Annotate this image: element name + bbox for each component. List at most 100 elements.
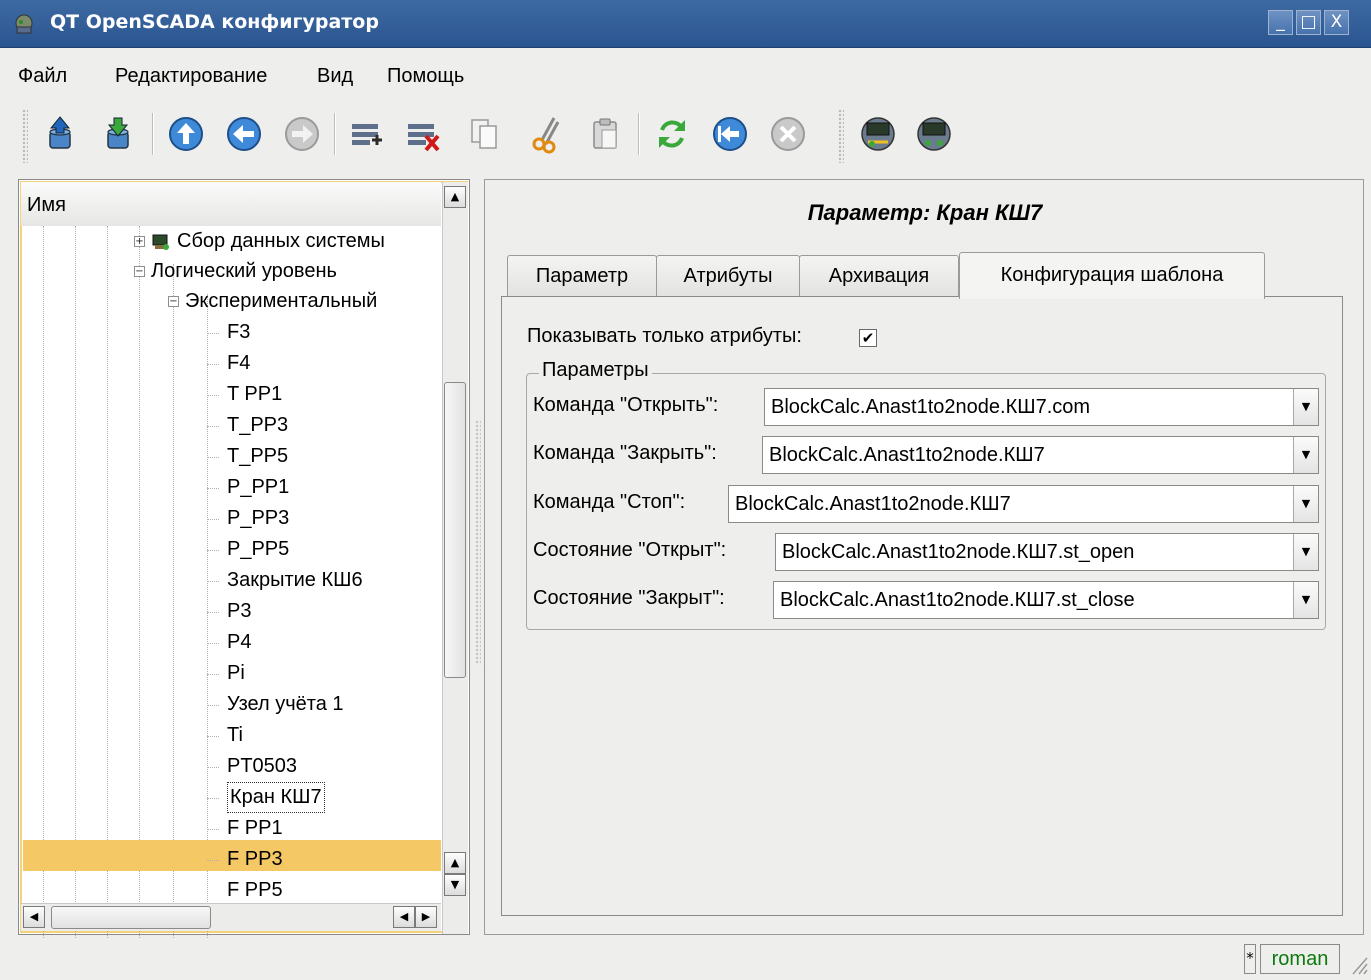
page-title: Параметр: Кран КШ7 [807,200,1043,225]
tree-horizontal-scrollbar[interactable]: ◀ ◀ ▶ [21,903,441,931]
tree-item[interactable]: P3 [227,596,251,627]
toolbar [0,99,1371,173]
db-load-icon[interactable] [40,114,80,154]
db-save-icon[interactable] [98,114,138,154]
scroll-down-button[interactable]: ▼ [444,874,466,896]
tree-guide-line [43,226,44,938]
tree-item[interactable]: P_PP5 [227,534,289,565]
minimize-button[interactable]: _ [1268,10,1293,35]
scroll-up-button[interactable]: ▲ [444,852,466,874]
scroll-left-button[interactable]: ◀ [23,906,45,928]
tree-item[interactable]: F3 [227,317,250,348]
modified-indicator: * [1244,944,1256,974]
statusbar: * roman [0,938,1371,980]
collapse-icon[interactable]: − [168,296,179,307]
closed-state-combo[interactable]: BlockCalc.Anast1to2node.КШ7.st_close ▼ [773,581,1319,619]
tree-item[interactable]: F PP3 [227,844,283,875]
copy-icon[interactable] [464,114,504,154]
up-icon[interactable] [166,114,206,154]
toolbar-grip[interactable] [838,109,844,163]
menu-file[interactable]: Файл [18,65,67,88]
tree-item[interactable]: Узел учёта 1 [227,689,344,720]
chevron-down-icon[interactable]: ▼ [1293,534,1318,570]
combo-value: BlockCalc.Anast1to2node.КШ7.com [771,396,1091,418]
tab-attributes[interactable]: Атрибуты [656,255,800,297]
menu-view[interactable]: Вид [317,65,353,88]
parameters-group-title: Параметры [539,359,652,382]
chevron-down-icon[interactable]: ▼ [1293,582,1318,618]
tree-item[interactable]: Pi [227,658,245,689]
connect-station-icon[interactable] [858,114,898,154]
forward-icon[interactable] [282,114,322,154]
paste-icon[interactable] [586,114,626,154]
menu-edit[interactable]: Редактирование [115,65,267,88]
tree-item[interactable]: T PP1 [227,379,282,410]
refresh-icon[interactable] [652,114,692,154]
toolbar-grip[interactable] [22,109,28,163]
chevron-down-icon[interactable]: ▼ [1293,486,1318,522]
collapse-icon[interactable]: − [134,266,145,277]
show-only-attributes-label: Показывать только атрибуты: [527,325,802,347]
station-icon[interactable] [914,114,954,154]
scroll-up-button[interactable]: ▲ [444,186,466,208]
navigation-tree[interactable]: Имя + Сбор данных системы − Логический у… [18,179,470,938]
combo-value: BlockCalc.Anast1to2node.КШ7 [769,444,1045,466]
tree-connector [207,860,219,861]
tree-item[interactable]: F PP5 [227,875,283,906]
tree-item[interactable]: PT0503 [227,751,297,782]
scroll-thumb[interactable] [444,382,466,678]
chevron-down-icon[interactable]: ▼ [1293,389,1318,425]
tree-item[interactable]: P_PP3 [227,503,289,534]
tree-body: + Сбор данных системы − Логический урове… [21,226,441,938]
splitter-handle[interactable] [475,420,481,665]
expand-icon[interactable]: + [134,236,145,247]
tree-item-experimental[interactable]: Экспериментальный [185,286,377,317]
cut-icon[interactable] [528,114,568,154]
tree-item[interactable]: Закрытие КШ6 [227,565,363,596]
scroll-thumb[interactable] [51,906,211,929]
stop-icon[interactable] [768,114,808,154]
open-command-combo[interactable]: BlockCalc.Anast1to2node.КШ7.com ▼ [764,388,1319,426]
tree-item[interactable]: F4 [227,348,250,379]
tree-connector [207,581,219,582]
show-only-attributes-checkbox[interactable]: ✔ [859,329,877,347]
scroll-left-button[interactable]: ◀ [393,906,415,928]
tree-item[interactable]: T_PP3 [227,410,288,441]
user-indicator[interactable]: roman [1260,944,1340,974]
tree-item-selected[interactable]: Кран КШ7 [227,782,325,813]
tree-header[interactable]: Имя [21,182,441,226]
chevron-down-icon[interactable]: ▼ [1293,437,1318,473]
daq-system-icon [152,234,169,250]
tree-guide-line [173,264,174,938]
menu-help[interactable]: Помощь [387,65,464,88]
tree-item[interactable]: T_PP5 [227,441,288,472]
add-item-icon[interactable] [346,114,386,154]
stop-command-combo[interactable]: BlockCalc.Anast1to2node.КШ7 ▼ [728,485,1319,523]
tree-item[interactable]: F PP1 [227,813,283,844]
tree-item-logic-level[interactable]: Логический уровень [151,256,337,287]
tree-connector [207,457,219,458]
tree-item[interactable]: Ti [227,720,243,751]
tree-item[interactable]: P_PP1 [227,472,289,503]
resize-grip-icon[interactable] [1348,950,1368,976]
start-icon[interactable] [710,114,750,154]
open-state-combo[interactable]: BlockCalc.Anast1to2node.КШ7.st_open ▼ [775,533,1319,571]
tab-parameter[interactable]: Параметр [507,255,657,297]
close-command-combo[interactable]: BlockCalc.Anast1to2node.КШ7 ▼ [762,436,1319,474]
back-icon[interactable] [224,114,264,154]
tree-guide-line [75,226,76,938]
field-label-close-command: Команда "Закрыть": [533,442,717,464]
scroll-right-button[interactable]: ▶ [415,906,437,928]
delete-item-icon[interactable] [402,114,442,154]
combo-value: BlockCalc.Anast1to2node.КШ7.st_close [780,589,1135,611]
window-titlebar[interactable]: QT OpenSCADA конфигуратор _ □ X [0,0,1371,48]
tree-item-daq-system[interactable]: Сбор данных системы [177,226,385,257]
maximize-button[interactable]: □ [1296,10,1321,35]
tree-connector [207,767,219,768]
tab-archiving[interactable]: Архивация [799,255,959,297]
combo-value: BlockCalc.Anast1to2node.КШ7.st_open [782,541,1135,563]
tab-template-config[interactable]: Конфигурация шаблона [959,252,1265,299]
tree-vertical-scrollbar[interactable]: ▲ ▲ ▼ [442,182,468,934]
close-button[interactable]: X [1324,10,1349,35]
tree-item[interactable]: P4 [227,627,251,658]
